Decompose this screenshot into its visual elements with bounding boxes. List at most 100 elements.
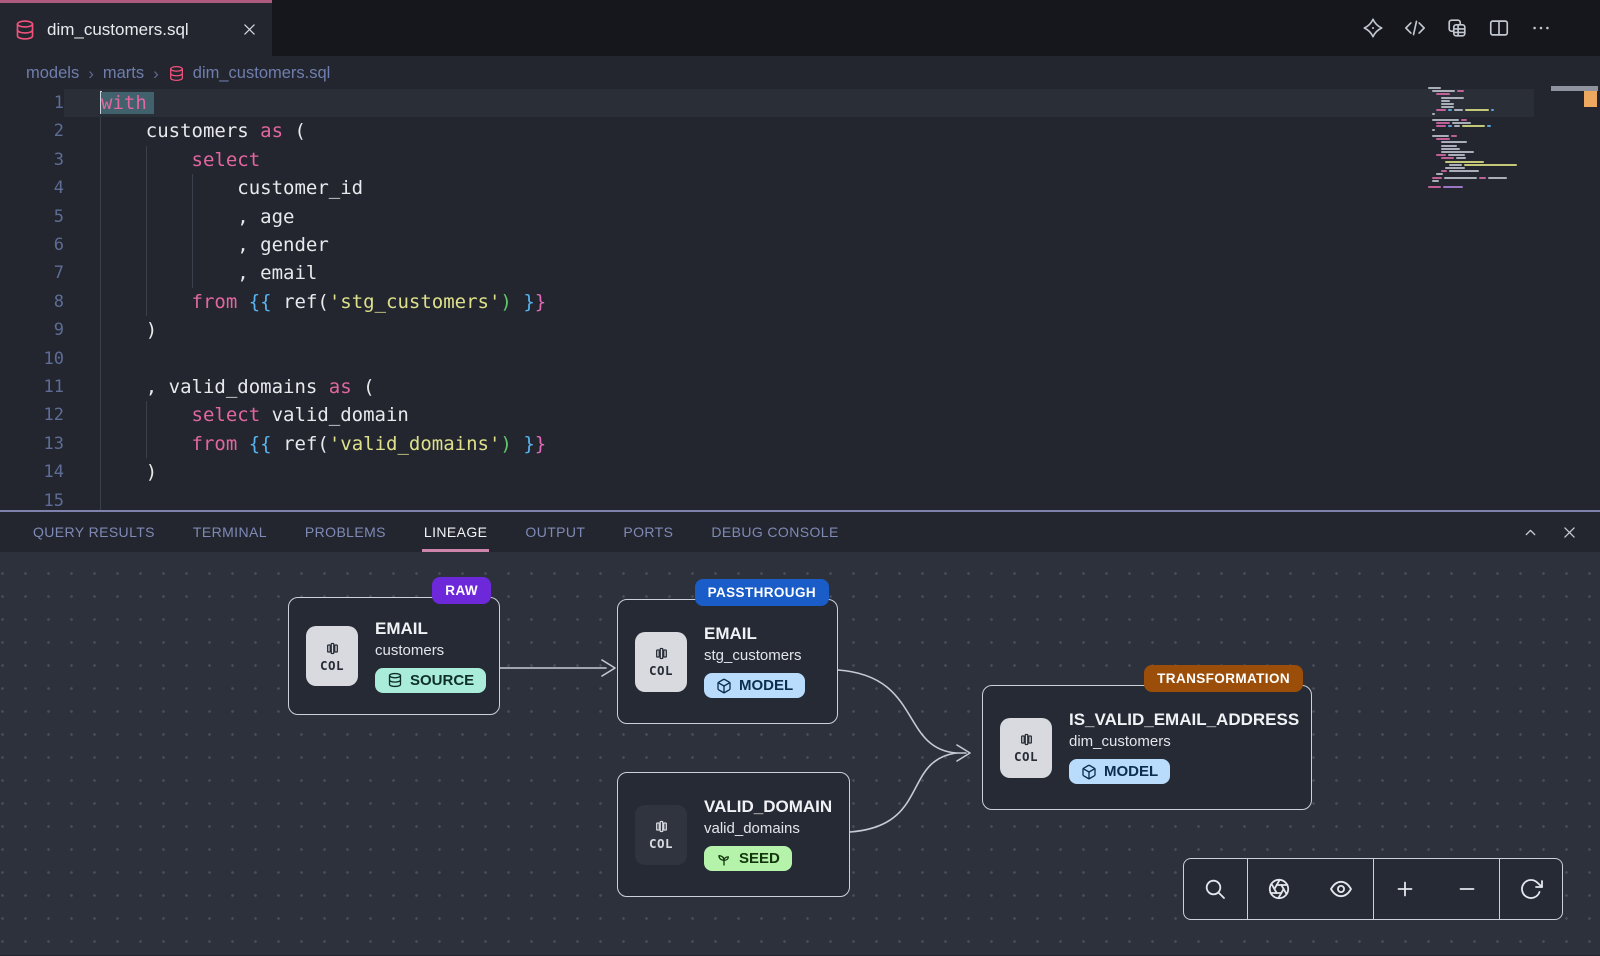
column-chip-label: COL bbox=[320, 658, 344, 673]
node-model-name: valid_domains bbox=[704, 820, 832, 837]
dbt-logo-icon[interactable] bbox=[1362, 17, 1384, 39]
line-number: 4 bbox=[0, 174, 64, 202]
code-line: ) bbox=[100, 316, 546, 344]
node-column-name: EMAIL bbox=[704, 624, 805, 644]
line-number: 10 bbox=[0, 345, 64, 373]
minimap-line bbox=[1436, 138, 1449, 140]
panel-tab-lineage[interactable]: LINEAGE bbox=[424, 512, 488, 552]
code-line: customer_id bbox=[100, 174, 546, 202]
visibility-button[interactable] bbox=[1310, 859, 1374, 919]
split-editor-icon[interactable] bbox=[1488, 17, 1510, 39]
breadcrumb-item[interactable]: models bbox=[26, 64, 79, 83]
minimap-line bbox=[1432, 129, 1435, 131]
breadcrumb-item[interactable]: marts bbox=[103, 64, 144, 83]
minimap-line bbox=[1432, 119, 1467, 121]
minimap-line bbox=[1449, 164, 1517, 166]
panel-actions bbox=[1522, 512, 1600, 552]
panel-tab-ports[interactable]: PORTS bbox=[623, 512, 673, 552]
code-line: , age bbox=[100, 203, 546, 231]
minimap[interactable] bbox=[1424, 87, 1536, 193]
panel-tab-terminal[interactable]: TERMINAL bbox=[193, 512, 267, 552]
line-number: 9 bbox=[0, 316, 64, 344]
code-line: , email bbox=[100, 259, 546, 287]
app-window: dim_customers.sql models › marts › dim_custo… bbox=[0, 0, 1600, 955]
overview-ruler[interactable] bbox=[1548, 86, 1600, 198]
column-chip-label: COL bbox=[1014, 749, 1038, 764]
line-number-gutter: 123456789101112131415 bbox=[0, 89, 64, 515]
refresh-button[interactable] bbox=[1500, 859, 1563, 919]
node-model-name: dim_customers bbox=[1069, 733, 1299, 750]
database-file-icon bbox=[14, 19, 36, 41]
code-line: from {{ ref('valid_domains') }} bbox=[100, 430, 546, 458]
minimap-line bbox=[1441, 148, 1461, 150]
zoom-out-button[interactable] bbox=[1436, 859, 1500, 919]
line-number: 14 bbox=[0, 458, 64, 486]
minimap-line bbox=[1436, 109, 1493, 111]
code-line: select valid_domain bbox=[100, 401, 546, 429]
column-chip: COL bbox=[306, 626, 358, 686]
code-line: select bbox=[100, 146, 546, 174]
copy-table-icon[interactable] bbox=[1446, 17, 1468, 39]
code-icon[interactable] bbox=[1404, 17, 1426, 39]
breadcrumb-file[interactable]: dim_customers.sql bbox=[168, 64, 331, 83]
breadcrumb-separator: › bbox=[88, 64, 94, 84]
minimap-line bbox=[1441, 97, 1464, 99]
more-actions-icon[interactable] bbox=[1530, 17, 1552, 39]
node-model-name: stg_customers bbox=[704, 647, 805, 664]
column-chip: COL bbox=[1000, 718, 1052, 778]
panel-tabs: QUERY RESULTS TERMINAL PROBLEMS LINEAGE OUTP… bbox=[0, 512, 858, 552]
line-number: 6 bbox=[0, 231, 64, 259]
minimap-line bbox=[1436, 173, 1443, 175]
column-chip-label: COL bbox=[649, 836, 673, 851]
editor-actions bbox=[1362, 0, 1600, 56]
code-content[interactable]: with customers as ( select customer_id ,… bbox=[100, 89, 546, 515]
panel-tab-debug-console[interactable]: DEBUG CONSOLE bbox=[711, 512, 838, 552]
column-chip: COL bbox=[635, 805, 687, 865]
line-number: 3 bbox=[0, 146, 64, 174]
lineage-node-valid_domains[interactable]: COLVALID_DOMAINvalid_domainsSEED bbox=[617, 772, 850, 897]
editor-tab-bar: dim_customers.sql bbox=[0, 0, 1600, 56]
panel-tab-output[interactable]: OUTPUT bbox=[525, 512, 585, 552]
line-number: 11 bbox=[0, 373, 64, 401]
code-line bbox=[100, 345, 546, 373]
minimap-line bbox=[1441, 103, 1454, 105]
lineage-node-customers[interactable]: RAWCOLEMAILcustomersSOURCE bbox=[288, 597, 500, 715]
minimap-line bbox=[1436, 122, 1471, 124]
minimap-line bbox=[1432, 180, 1439, 182]
line-number: 5 bbox=[0, 203, 64, 231]
panel-collapse-icon[interactable] bbox=[1522, 524, 1539, 541]
panel-close-icon[interactable] bbox=[1561, 524, 1578, 541]
tab-close-icon[interactable] bbox=[241, 21, 258, 38]
minimap-line bbox=[1432, 135, 1457, 137]
node-column-name: EMAIL bbox=[375, 619, 486, 639]
line-number: 8 bbox=[0, 288, 64, 316]
line-number: 2 bbox=[0, 117, 64, 145]
lineage-canvas[interactable]: RAWCOLEMAILcustomersSOURCEPASSTHROUGHCOL… bbox=[0, 552, 1600, 955]
code-line: , gender bbox=[100, 231, 546, 259]
search-button[interactable] bbox=[1184, 859, 1248, 919]
code-line: customers as ( bbox=[100, 117, 546, 145]
code-line: ) bbox=[100, 458, 546, 486]
panel-tab-query-results[interactable]: QUERY RESULTS bbox=[33, 512, 155, 552]
minimap-line bbox=[1441, 157, 1466, 159]
minimap-line bbox=[1441, 100, 1451, 102]
tab-dim-customers-sql[interactable]: dim_customers.sql bbox=[0, 0, 272, 56]
code-editor[interactable]: 123456789101112131415 with customers as … bbox=[0, 91, 1600, 510]
node-kind-badge-source: SOURCE bbox=[375, 668, 486, 693]
minimap-line bbox=[1441, 145, 1458, 147]
line-number: 13 bbox=[0, 430, 64, 458]
minimap-line bbox=[1441, 170, 1479, 172]
minimap-line bbox=[1445, 167, 1465, 169]
minimap-line bbox=[1445, 161, 1485, 163]
node-kind-badge-model: MODEL bbox=[1069, 759, 1170, 784]
line-number: 12 bbox=[0, 401, 64, 429]
lineage-node-stg_customers[interactable]: PASSTHROUGHCOLEMAILstg_customersMODEL bbox=[617, 599, 838, 724]
minimap-line bbox=[1436, 125, 1490, 127]
breadcrumb-separator: › bbox=[153, 64, 159, 84]
panel-tab-problems[interactable]: PROBLEMS bbox=[305, 512, 386, 552]
node-model-name: customers bbox=[375, 642, 486, 659]
aperture-button[interactable] bbox=[1248, 859, 1311, 919]
lineage-node-dim_customers[interactable]: TRANSFORMATIONCOLIS_VALID_EMAIL_ADDRESSd… bbox=[982, 685, 1312, 810]
zoom-in-button[interactable] bbox=[1374, 859, 1437, 919]
column-tag-badge: RAW bbox=[432, 577, 491, 604]
